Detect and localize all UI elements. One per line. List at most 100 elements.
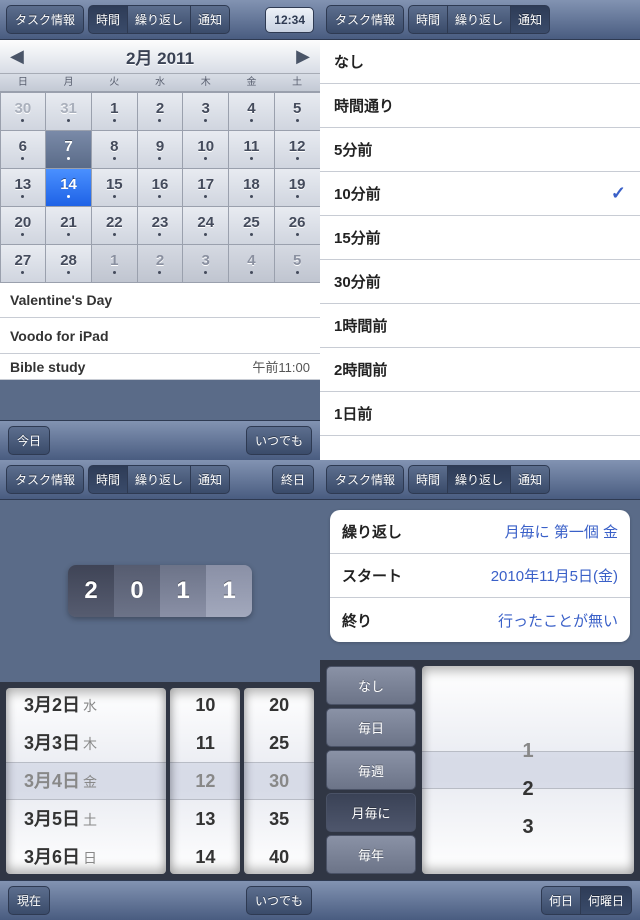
repeat-picker-area[interactable]: なし毎日毎週月毎に毎年 123: [320, 660, 640, 880]
calendar-day[interactable]: 7: [45, 130, 92, 169]
calendar-day[interactable]: 8: [91, 130, 138, 169]
calendar-day[interactable]: 11: [228, 130, 275, 169]
picker-row[interactable]: 20: [244, 688, 314, 724]
frequency-button[interactable]: 月毎に: [326, 793, 416, 832]
calendar-day[interactable]: 20: [0, 206, 46, 245]
calendar-day[interactable]: 18: [228, 168, 275, 207]
picker-row[interactable]: 3月4日金: [6, 762, 166, 800]
picker-row[interactable]: 10: [170, 688, 240, 724]
calendar-day[interactable]: 14: [45, 168, 92, 207]
calendar-day[interactable]: 9: [137, 130, 184, 169]
tab-segment-q2[interactable]: 時間 繰り返し 通知: [408, 5, 550, 34]
notify-option[interactable]: 2時間前: [320, 348, 640, 392]
frequency-button[interactable]: 毎週: [326, 750, 416, 789]
setting-row[interactable]: スタート2010年11月5日(金): [330, 554, 630, 598]
anytime-button[interactable]: いつでも: [246, 426, 312, 455]
picker-row[interactable]: 3: [422, 808, 634, 846]
notify-option[interactable]: 5分前: [320, 128, 640, 172]
calendar-day[interactable]: 24: [182, 206, 229, 245]
frequency-stack[interactable]: なし毎日毎週月毎に毎年: [326, 666, 416, 874]
today-button[interactable]: 今日: [8, 426, 50, 455]
picker-row[interactable]: 11: [170, 724, 240, 762]
picker-row[interactable]: 25: [244, 724, 314, 762]
tab-notify[interactable]: 通知: [511, 465, 550, 494]
picker-row[interactable]: 35: [244, 800, 314, 838]
picker-row[interactable]: 3月5日土: [6, 800, 166, 838]
notify-option[interactable]: 15分前: [320, 216, 640, 260]
calendar-day[interactable]: 22: [91, 206, 138, 245]
calendar-day[interactable]: 13: [0, 168, 46, 207]
event-row[interactable]: Bible study午前11:00: [0, 354, 320, 380]
calendar-day[interactable]: 28: [45, 244, 92, 283]
notify-option[interactable]: 30分前: [320, 260, 640, 304]
calendar-day[interactable]: 27: [0, 244, 46, 283]
clock-button[interactable]: 12:34: [265, 7, 314, 33]
notify-option[interactable]: 時間通り: [320, 84, 640, 128]
allday-button[interactable]: 終日: [272, 465, 314, 494]
calendar-day[interactable]: 17: [182, 168, 229, 207]
calendar-day[interactable]: 1: [91, 92, 138, 131]
event-row[interactable]: Voodo for iPad: [0, 318, 320, 354]
calendar-day[interactable]: 23: [137, 206, 184, 245]
picker-row[interactable]: 13: [170, 800, 240, 838]
picker-row[interactable]: 3月6日日: [6, 838, 166, 874]
tab-repeat[interactable]: 繰り返し: [448, 5, 511, 34]
tab-time[interactable]: 時間: [408, 5, 448, 34]
now-button[interactable]: 現在: [8, 886, 50, 915]
calendar-day[interactable]: 4: [228, 92, 275, 131]
picker-row[interactable]: 12: [170, 762, 240, 800]
calendar-day[interactable]: 1: [91, 244, 138, 283]
calendar-day[interactable]: 21: [45, 206, 92, 245]
day-mode-segment[interactable]: 何日 何曜日: [541, 886, 632, 915]
calendar-day[interactable]: 25: [228, 206, 275, 245]
frequency-button[interactable]: 毎年: [326, 835, 416, 874]
frequency-button[interactable]: なし: [326, 666, 416, 705]
calendar-day[interactable]: 3: [182, 92, 229, 131]
tab-segment-q1[interactable]: 時間 繰り返し 通知: [88, 5, 230, 34]
calendar-grid[interactable]: 3031123456789101112131415161718192021222…: [0, 92, 320, 282]
setting-row[interactable]: 繰り返し月毎に 第一個 金: [330, 510, 630, 554]
notify-option[interactable]: 1日前: [320, 392, 640, 436]
tab-notify[interactable]: 通知: [191, 465, 230, 494]
picker-row[interactable]: 30: [244, 762, 314, 800]
calendar-day[interactable]: 31: [45, 92, 92, 131]
by-date-button[interactable]: 何日: [541, 886, 581, 915]
calendar-day[interactable]: 5: [274, 244, 320, 283]
tab-time[interactable]: 時間: [88, 465, 128, 494]
calendar-day[interactable]: 10: [182, 130, 229, 169]
back-task-info[interactable]: タスク情報: [326, 5, 404, 34]
calendar-day[interactable]: 5: [274, 92, 320, 131]
picker-hour-column[interactable]: 1011121314: [170, 688, 240, 874]
picker-date-column[interactable]: 3月2日水3月3日木3月4日金3月5日土3月6日日: [6, 688, 166, 874]
calendar-day[interactable]: 12: [274, 130, 320, 169]
calendar-day[interactable]: 26: [274, 206, 320, 245]
tab-time[interactable]: 時間: [88, 5, 128, 34]
back-task-info[interactable]: タスク情報: [6, 5, 84, 34]
datetime-picker[interactable]: 3月2日水3月3日木3月4日金3月5日土3月6日日 1011121314 202…: [0, 682, 320, 880]
tab-segment-q4[interactable]: 時間 繰り返し 通知: [408, 465, 550, 494]
anytime-button[interactable]: いつでも: [246, 886, 312, 915]
notify-option[interactable]: 1時間前: [320, 304, 640, 348]
tab-segment-q3[interactable]: 時間 繰り返し 通知: [88, 465, 230, 494]
calendar-day[interactable]: 4: [228, 244, 275, 283]
tab-notify[interactable]: 通知: [511, 5, 550, 34]
calendar-day[interactable]: 2: [137, 92, 184, 131]
picker-row[interactable]: [422, 694, 634, 732]
picker-number-column[interactable]: 123: [422, 666, 634, 874]
event-row[interactable]: Valentine's Day: [0, 282, 320, 318]
back-task-info[interactable]: タスク情報: [6, 465, 84, 494]
calendar-day[interactable]: 15: [91, 168, 138, 207]
picker-row[interactable]: 2: [422, 770, 634, 808]
notify-option[interactable]: なし: [320, 40, 640, 84]
calendar-day[interactable]: 2: [137, 244, 184, 283]
calendar-day[interactable]: 16: [137, 168, 184, 207]
picker-row[interactable]: 3月2日水: [6, 688, 166, 724]
frequency-button[interactable]: 毎日: [326, 708, 416, 747]
back-task-info[interactable]: タスク情報: [326, 465, 404, 494]
setting-row[interactable]: 終り行ったことが無い: [330, 598, 630, 642]
picker-minute-column[interactable]: 2025303540: [244, 688, 314, 874]
picker-row[interactable]: 40: [244, 838, 314, 874]
picker-row[interactable]: 1: [422, 732, 634, 770]
next-month-icon[interactable]: ▶: [296, 46, 310, 67]
tab-notify[interactable]: 通知: [191, 5, 230, 34]
